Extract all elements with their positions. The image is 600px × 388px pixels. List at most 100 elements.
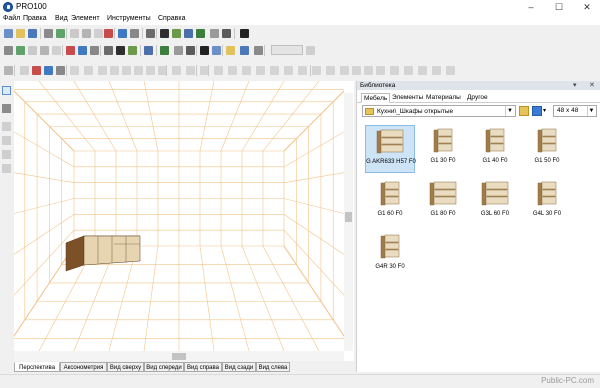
library-item[interactable]: G1 40 F0 [470,125,520,173]
draw-tool-icon-7[interactable] [90,46,99,55]
layers-icon[interactable] [184,29,193,38]
thumbnail-size-select[interactable]: 48 x 48 ▼ [553,105,597,117]
align-tool-icon-23[interactable] [312,66,321,75]
draw-tool-icon-13[interactable] [174,46,183,55]
globe-icon[interactable] [118,29,127,38]
align-tool-icon-19[interactable] [256,66,265,75]
maximize-button[interactable]: ☐ [546,0,572,14]
draw-tool-icon-1[interactable] [16,46,25,55]
properties-icon[interactable] [160,29,169,38]
tab-top-view[interactable]: Вид сверху [107,362,144,372]
draw-tool-icon-18[interactable] [240,46,249,55]
image-icon[interactable] [172,29,181,38]
tab-furniture[interactable]: Мебель [361,93,391,103]
zoom-apply-button[interactable] [306,46,315,55]
align-tool-icon-26[interactable] [352,66,361,75]
align-tool-icon-24[interactable] [326,66,335,75]
sigma-icon[interactable] [240,29,249,38]
draw-tool-icon-0[interactable] [4,46,13,55]
tab-right-view[interactable]: Вид справа [184,362,222,372]
viewport-vertical-thumb[interactable] [345,212,352,222]
align-tool-icon-13[interactable] [172,66,181,75]
folder-up-icon[interactable] [519,106,529,116]
draw-tool-icon-8[interactable] [104,46,113,55]
menu-file[interactable]: Файл [3,15,20,22]
draw-tool-icon-19[interactable] [254,46,263,55]
open-icon[interactable] [16,29,25,38]
align-tool-icon-33[interactable] [446,66,455,75]
align-tool-icon-32[interactable] [432,66,441,75]
menu-help[interactable]: Справка [158,15,185,22]
viewport-horizontal-thumb[interactable] [172,353,186,360]
chevron-down-icon[interactable]: ▼ [505,106,514,116]
measure-icon[interactable] [2,164,11,173]
library-item[interactable]: G4L 30 F0 [522,178,572,226]
draw-tool-icon-9[interactable] [116,46,125,55]
library-item[interactable]: G1 80 F0 [418,178,468,226]
menu-tools[interactable]: Инструменты [107,15,151,22]
align-tool-icon-22[interactable] [298,66,307,75]
align-tool-icon-9[interactable] [122,66,131,75]
align-tool-icon-11[interactable] [146,66,155,75]
zoom-tool-icon[interactable] [2,136,11,145]
align-tool-icon-30[interactable] [404,66,413,75]
tab-materials[interactable]: Материалы [424,93,463,103]
align-tool-icon-25[interactable] [340,66,349,75]
align-tool-icon-2[interactable] [32,66,41,75]
draw-tool-icon-4[interactable] [52,46,61,55]
draw-tool-icon-3[interactable] [40,46,49,55]
view-mode-chevron-icon[interactable]: ▾ [543,106,550,116]
pan-icon[interactable] [2,104,11,113]
align-tool-icon-28[interactable] [376,66,385,75]
tab-axonometry[interactable]: Аксонометрия [60,362,107,372]
align-tool-icon-27[interactable] [364,66,373,75]
align-tool-icon-5[interactable] [70,66,79,75]
library-item[interactable]: G1 50 F0 [522,125,572,173]
view-mode-icon[interactable] [532,106,542,116]
save-icon[interactable] [28,29,37,38]
tab-elements[interactable]: Элементы [390,93,425,103]
print-icon[interactable] [44,29,53,38]
align-tool-icon-31[interactable] [418,66,427,75]
cut-icon[interactable] [70,29,79,38]
3d-viewport[interactable] [14,81,354,361]
chevron-down-icon[interactable]: ▼ [587,106,595,116]
clone-icon[interactable] [210,29,219,38]
library-menu-button[interactable]: ▾ [573,81,577,89]
draw-tool-icon-11[interactable] [144,46,153,55]
library-item[interactable]: G3L 60 F0 [470,178,520,226]
align-tool-icon-6[interactable] [84,66,93,75]
draw-tool-icon-10[interactable] [128,46,137,55]
align-tool-icon-4[interactable] [56,66,65,75]
library-item[interactable]: G1 30 F0 [418,125,468,173]
align-tool-icon-18[interactable] [242,66,251,75]
align-tool-icon-3[interactable] [44,66,53,75]
delete-icon[interactable] [104,29,113,38]
report-icon[interactable] [196,29,205,38]
align-tool-icon-14[interactable] [186,66,195,75]
align-tool-icon-1[interactable] [20,66,29,75]
align-tool-icon-8[interactable] [110,66,119,75]
sphere-icon[interactable] [130,29,139,38]
list-icon[interactable] [222,29,231,38]
menu-view[interactable]: Вид [55,15,68,22]
library-item[interactable]: G4R 30 F0 [365,231,415,279]
new-icon[interactable] [4,29,13,38]
library-item[interactable]: G AKR633 H57 F0 [365,125,416,173]
paste-icon[interactable] [94,29,103,38]
draw-tool-icon-6[interactable] [78,46,87,55]
tab-left-view[interactable]: Вид слева [256,362,290,372]
rotate-icon[interactable] [2,122,11,131]
library-item[interactable]: G1 60 F0 [365,178,415,226]
tab-front-view[interactable]: Вид спереди [144,362,184,372]
minimize-button[interactable]: – [518,0,544,14]
export-icon[interactable] [146,29,155,38]
align-tool-icon-17[interactable] [228,66,237,75]
menu-element[interactable]: Элемент [71,15,100,22]
library-close-button[interactable]: ✕ [589,81,595,89]
preview-icon[interactable] [56,29,65,38]
align-tool-icon-0[interactable] [4,66,13,75]
tab-other[interactable]: Другое [465,93,490,103]
zoom-field[interactable] [271,45,303,55]
tab-back-view[interactable]: Вид сзади [222,362,256,372]
